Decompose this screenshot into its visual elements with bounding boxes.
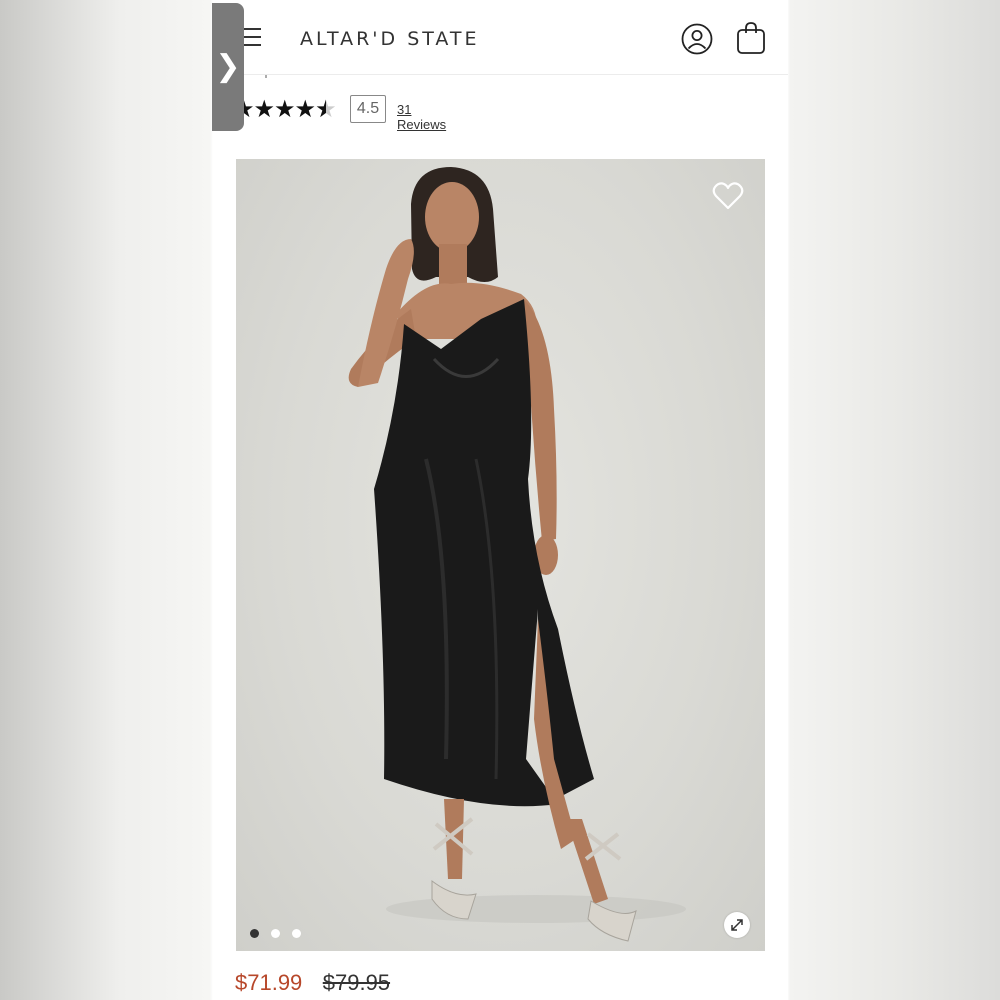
- site-header: ALTAR'D STATE: [213, 0, 788, 75]
- brand-logo[interactable]: ALTAR'D STATE: [300, 28, 480, 50]
- rating-value: 4.5: [350, 95, 386, 123]
- hamburger-icon[interactable]: [241, 28, 261, 48]
- reviews-link[interactable]: 31 Reviews: [397, 102, 446, 132]
- star-icon: ★: [294, 96, 316, 123]
- shopping-bag-icon[interactable]: [735, 21, 767, 55]
- star-icon: ★: [253, 96, 275, 123]
- sale-price: $71.99: [235, 970, 303, 995]
- half-star-icon: ★ ★: [315, 96, 336, 123]
- expand-icon[interactable]: [724, 912, 750, 938]
- carousel-dot-3[interactable]: [292, 929, 301, 938]
- star-rating: ★★★★★★: [233, 95, 337, 124]
- star-icon: ★: [274, 96, 295, 123]
- price-row: $71.99 $79.95: [235, 970, 390, 996]
- model-photo: [348, 167, 686, 942]
- product-image[interactable]: [236, 159, 765, 951]
- account-icon[interactable]: [681, 23, 713, 55]
- mobile-page: ALTAR'D STATE Daphne Satin Maxi Dress ★★…: [213, 0, 788, 1000]
- carousel-dot-1[interactable]: [250, 929, 259, 938]
- carousel-dots: [250, 925, 313, 943]
- carousel-dot-2[interactable]: [271, 929, 280, 938]
- chevron-right-icon[interactable]: ❯: [212, 3, 244, 131]
- original-price: $79.95: [322, 970, 391, 995]
- heart-icon[interactable]: [712, 181, 744, 211]
